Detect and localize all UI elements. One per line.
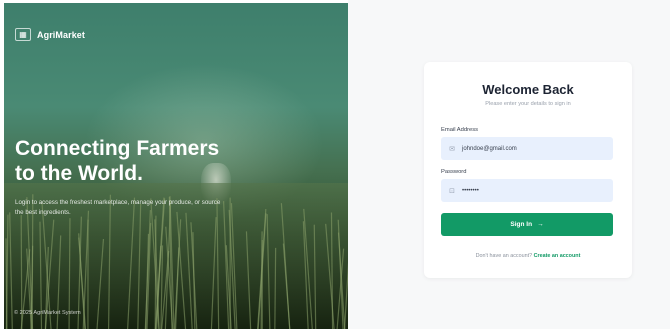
signup-prompt-line: Don't have an account? Create an account bbox=[424, 253, 632, 259]
hero-panel: ▦ AgriMarket Connecting Farmers to the W… bbox=[4, 3, 348, 329]
sign-in-label: Sign In bbox=[510, 221, 533, 228]
password-value: •••••••• bbox=[462, 187, 479, 194]
login-subtitle: Please enter your details to sign in bbox=[485, 101, 571, 107]
arrow-right-icon: → bbox=[537, 221, 544, 228]
email-value: johndoe@gmail.com bbox=[462, 145, 517, 152]
hero-description: Login to access the freshest marketplace… bbox=[15, 199, 221, 216]
email-label: Email Address bbox=[441, 127, 479, 133]
headline-line-2: to the World. bbox=[15, 162, 143, 185]
password-field[interactable]: ⊡ •••••••• bbox=[441, 179, 613, 202]
lock-icon: ⊡ bbox=[449, 187, 455, 195]
sign-in-button[interactable]: Sign In → bbox=[441, 213, 613, 236]
brand-name: AgriMarket bbox=[37, 29, 86, 40]
mail-icon: ✉ bbox=[449, 145, 455, 153]
login-card: Welcome Back Please enter your details t… bbox=[424, 62, 632, 278]
login-title: Welcome Back bbox=[482, 82, 574, 97]
email-field[interactable]: ✉ johndoe@gmail.com bbox=[441, 137, 613, 160]
brand-logo[interactable]: ▦ AgriMarket bbox=[15, 28, 85, 41]
signup-prompt: Don't have an account? bbox=[475, 253, 533, 259]
grid-logo-icon: ▦ bbox=[15, 28, 31, 41]
headline-line-1: Connecting Farmers bbox=[15, 137, 220, 160]
create-account-link[interactable]: Create an account bbox=[534, 253, 581, 259]
copyright-text: © 2025 AgriMarket System bbox=[14, 310, 81, 316]
password-label: Password bbox=[441, 169, 467, 175]
hero-headline: Connecting Farmers to the World. bbox=[15, 136, 335, 186]
